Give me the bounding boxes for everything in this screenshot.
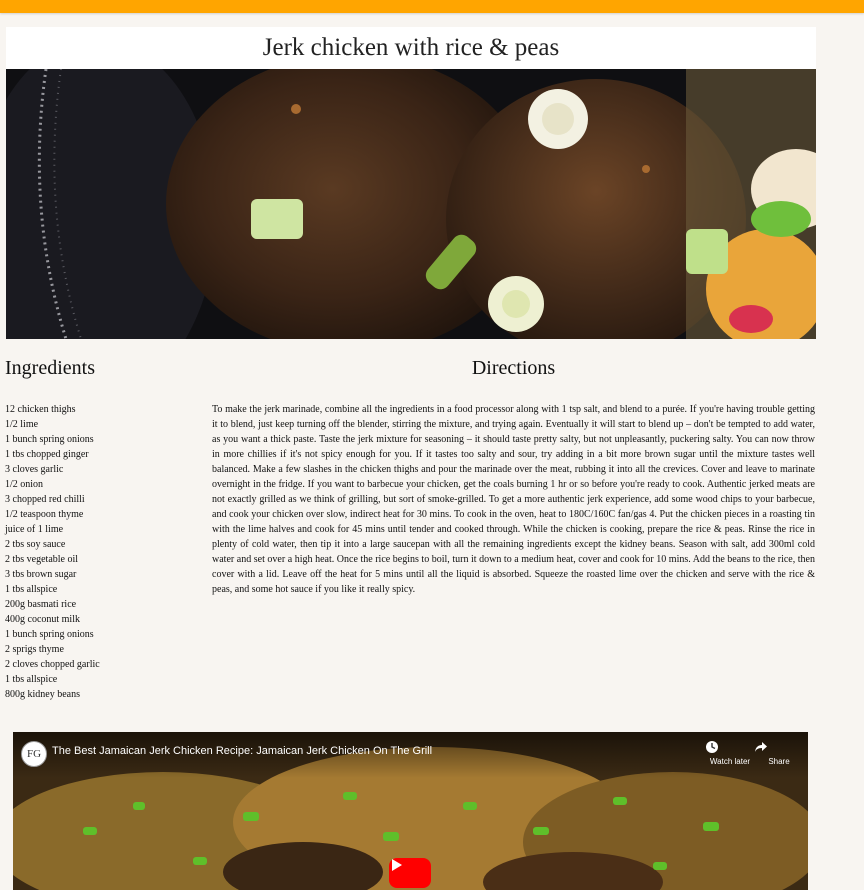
ingredient-item: 2 cloves chopped garlic [5,659,100,670]
ingredient-item: 1/2 onion [5,479,44,490]
ingredient-item: 800g kidney beans [5,689,80,700]
ingredient-item: 1 bunch spring onions [5,629,94,640]
play-button[interactable] [389,858,431,888]
watch-later-button[interactable]: Watch later [705,740,755,766]
directions-heading: Directions [471,357,556,379]
ingredient-item: 2 sprigs thyme [5,644,64,655]
ingredient-item: 1/2 teaspoon thyme [5,509,84,520]
title-banner: Jerk chicken with rice & peas [6,27,816,69]
ingredient-item: 2 tbs vegetable oil [5,554,79,565]
ingredient-item: 3 chopped red chilli [5,494,85,505]
top-bar [0,0,864,13]
share-button[interactable]: Share [754,740,804,766]
watch-later-label: Watch later [709,757,751,766]
jerk-chicken-photo [6,69,816,339]
ingredient-item: 1 tbs allspice [5,674,58,685]
ingredient-item: 3 tbs brown sugar [5,569,77,580]
play-icon [392,859,402,871]
directions-text: To make the jerk marinade, combine all t… [212,404,815,595]
clock-icon [705,740,755,754]
page-title: Jerk chicken with rice & peas [262,34,560,61]
ingredients-heading: Ingredients [5,357,95,379]
share-icon [754,740,804,754]
ingredient-item: 3 cloves garlic [5,464,64,475]
ingredient-item: 400g coconut milk [5,614,80,625]
hero-image [6,69,816,339]
ingredient-item: 1 tbs allspice [5,584,58,595]
ingredient-item: juice of 1 lime [5,524,64,535]
ingredient-item: 1 tbs chopped ginger [5,449,89,460]
ingredient-item: 1/2 lime [5,419,39,430]
video-title[interactable]: The Best Jamaican Jerk Chicken Recipe: J… [52,745,432,757]
video-embed[interactable]: FG The Best Jamaican Jerk Chicken Recipe… [13,732,808,890]
share-label: Share [768,757,790,766]
ingredient-item: 200g basmati rice [5,599,77,610]
channel-initials: FG [26,748,42,760]
ingredient-item: 12 chicken thighs [5,404,76,415]
ingredient-item: 1 bunch spring onions [5,434,94,445]
ingredient-item: 2 tbs soy sauce [5,539,66,550]
channel-avatar[interactable]: FG [21,741,47,767]
ingredients-list: 12 chicken thighs 1/2 lime 1 bunch sprin… [5,402,100,702]
